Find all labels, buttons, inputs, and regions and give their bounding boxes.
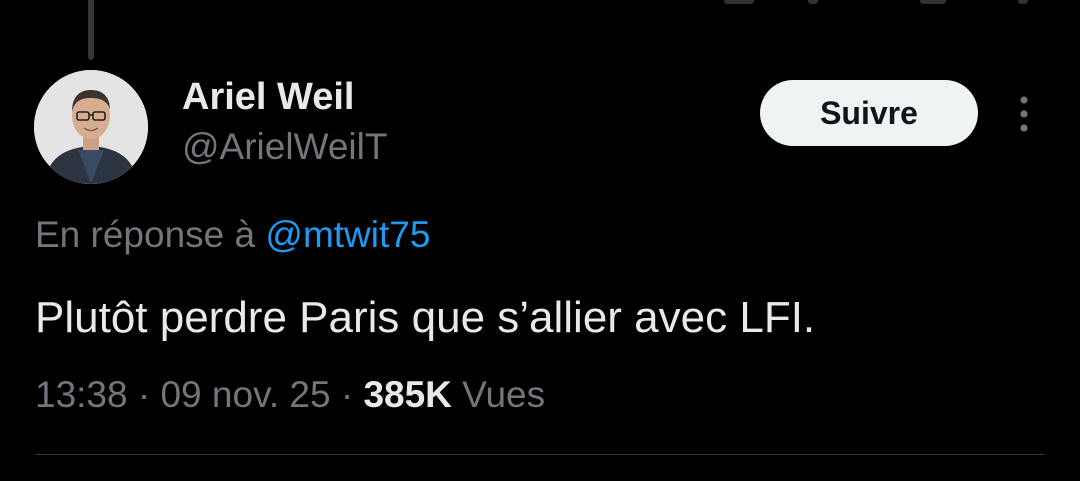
tweet-text: Plutôt perdre Paris que s’allier avec LF… <box>35 293 816 342</box>
reply-to-handle-link[interactable]: @mtwit75 <box>265 214 430 255</box>
meta-separator: · <box>330 374 364 415</box>
avatar-photo <box>34 70 148 184</box>
follow-button[interactable]: Suivre <box>760 80 978 146</box>
author-handle[interactable]: @ArielWeilT <box>182 124 387 170</box>
more-options-button[interactable] <box>1006 92 1042 136</box>
views-count[interactable]: 385K <box>363 374 451 415</box>
previous-tweet-actions-fragment <box>0 0 1080 8</box>
divider <box>35 454 1045 455</box>
tweet-time[interactable]: 13:38 <box>35 374 128 415</box>
more-vertical-icon <box>1020 96 1028 132</box>
views-label: Vues <box>451 374 546 415</box>
reply-context: En réponse à @mtwit75 <box>35 212 430 258</box>
avatar[interactable] <box>34 70 148 184</box>
tweet-metadata: 13:38 · 09 nov. 25 · 385K Vues <box>35 372 545 418</box>
tweet-date[interactable]: 09 nov. 25 <box>160 374 330 415</box>
author-display-name[interactable]: Ariel Weil <box>182 74 354 120</box>
meta-separator: · <box>127 374 161 415</box>
reply-prefix: En réponse à <box>35 214 266 255</box>
thread-connector-line <box>88 0 94 60</box>
